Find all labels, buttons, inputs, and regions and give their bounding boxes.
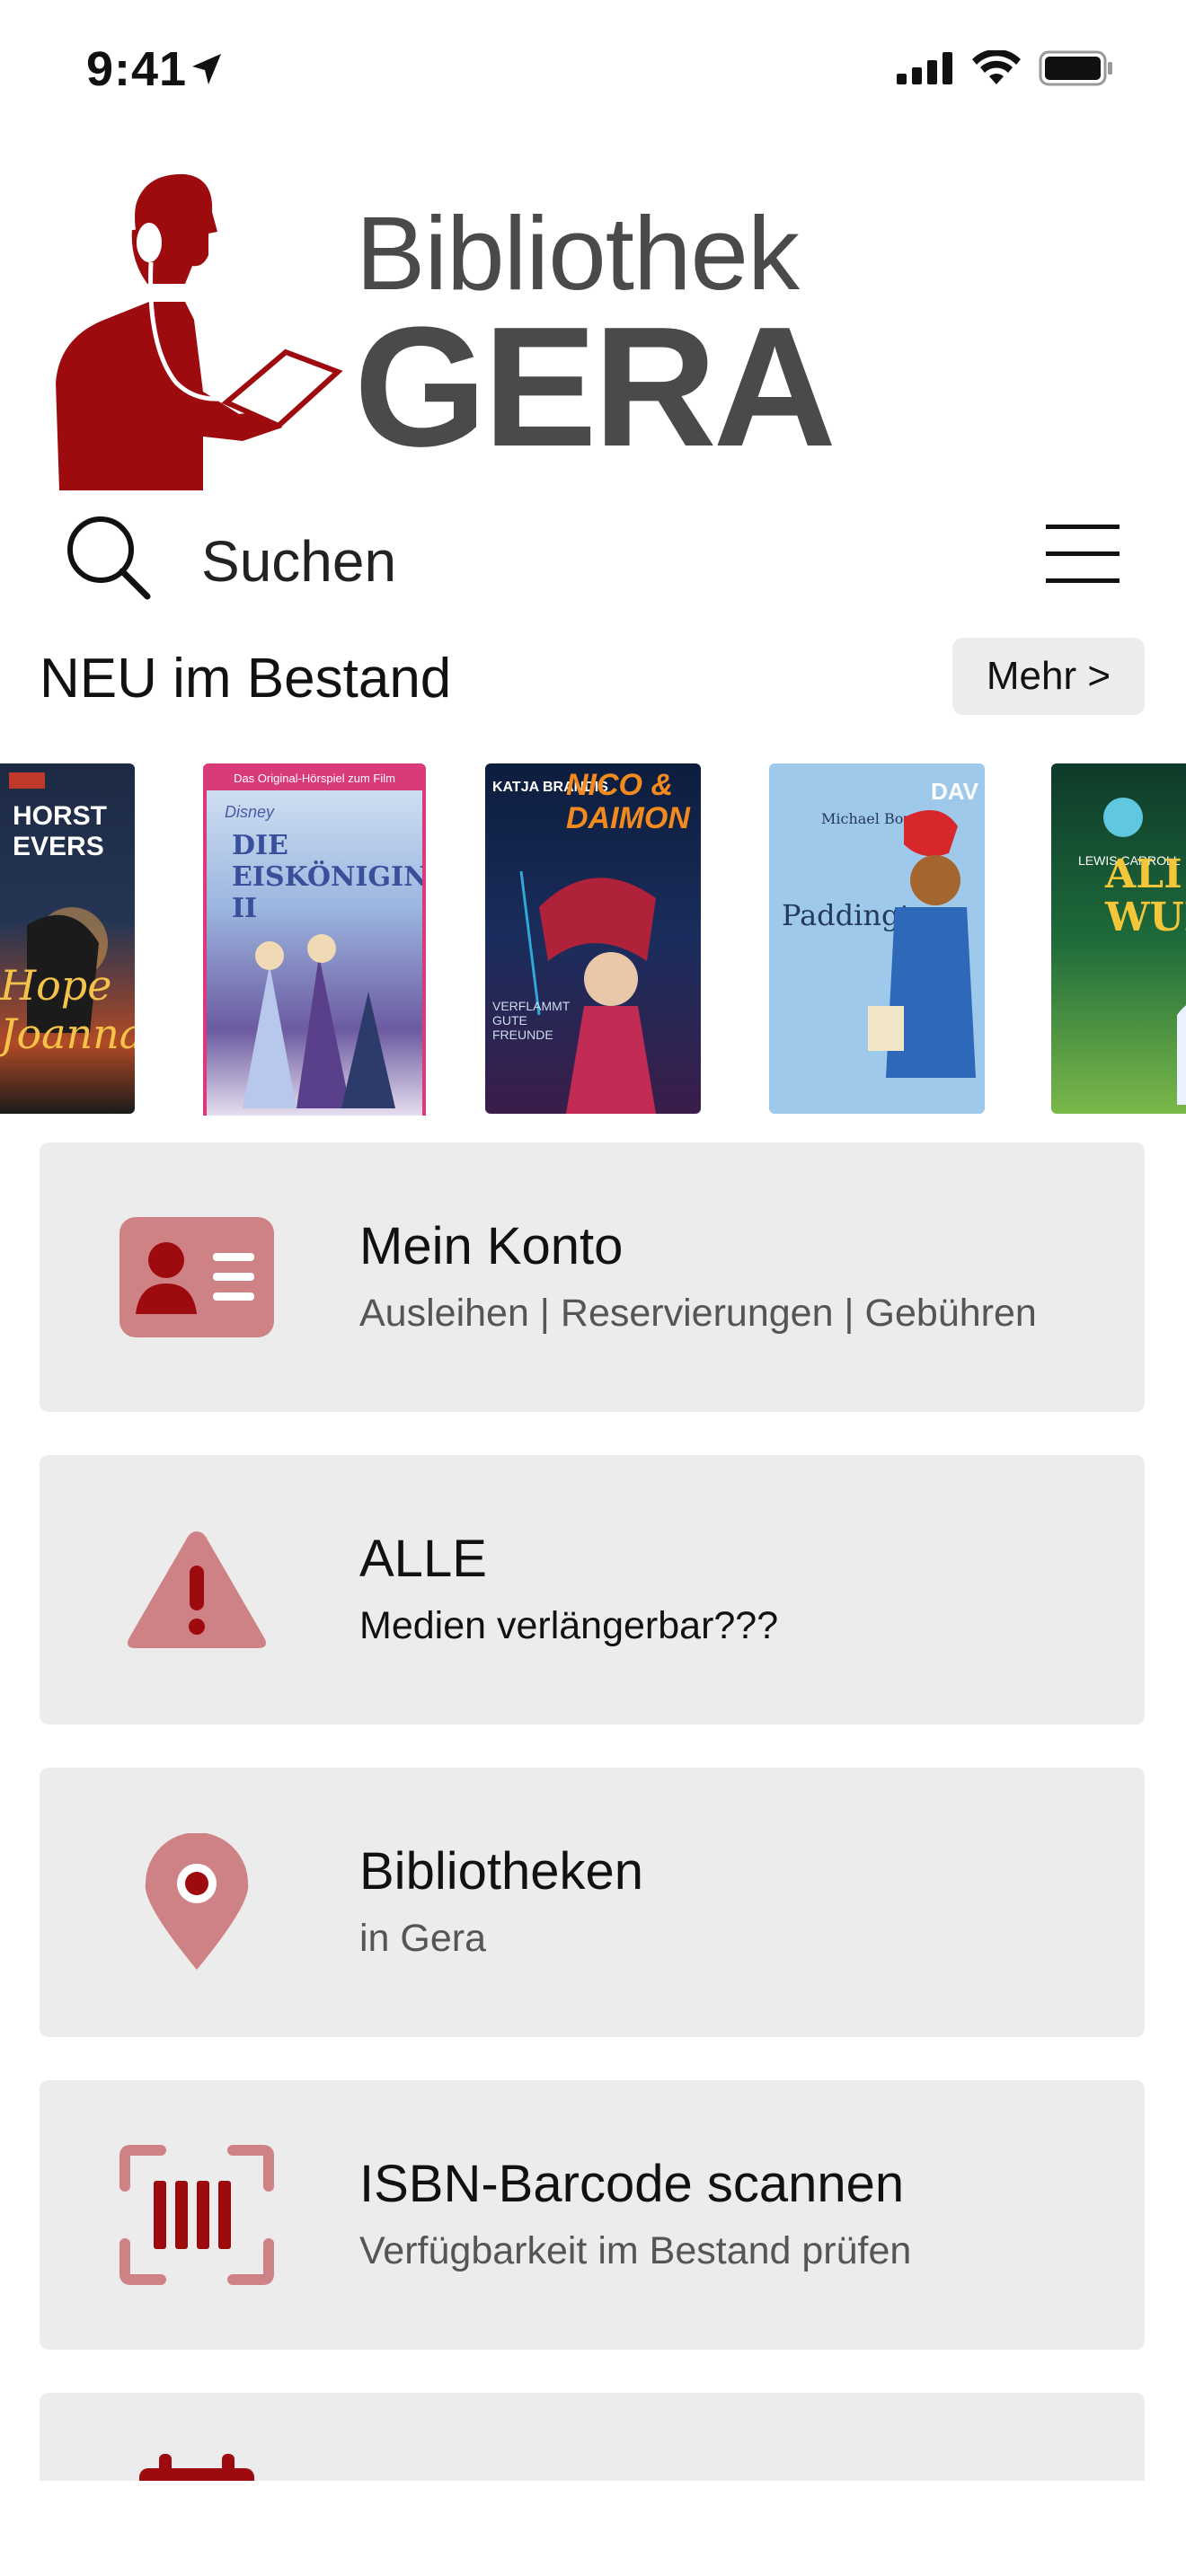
bottom-safe-area	[0, 2481, 1186, 2576]
hamburger-menu-icon[interactable]	[1046, 523, 1120, 586]
card-subtitle: Ausleihen | Reservierungen | Gebühren	[359, 1292, 1037, 1335]
battery-icon	[1039, 50, 1112, 86]
book-cover[interactable]: KATJA BRANDIS NICO & DAIMON VERFLAMMT GU…	[485, 763, 701, 1114]
book-cover[interactable]: DAV Michael Bond Paddington	[769, 763, 985, 1114]
location-arrow-icon	[192, 54, 221, 84]
card-my-account[interactable]: Mein Konto Ausleihen | Reservierungen | …	[40, 1142, 1145, 1412]
card-barcode-scan[interactable]: ISBN-Barcode scannen Verfügbarkeit im Be…	[40, 2080, 1145, 2350]
cover-title: NICO & DAIMON	[566, 768, 690, 836]
cover-author: Disney	[225, 803, 275, 821]
card-subtitle: Verfügbarkeit im Bestand prüfen	[359, 2229, 912, 2272]
warning-icon	[111, 1509, 282, 1671]
cover-title: Hope Joanna	[0, 961, 135, 1058]
card-title: Mein Konto	[359, 1217, 624, 1275]
cover-art	[519, 870, 656, 1114]
card-subtitle: Medien verlängerbar???	[359, 1604, 779, 1647]
book-cover[interactable]: HORST EVERS Hope Joanna	[0, 763, 135, 1114]
card-title: ALLE	[359, 1530, 487, 1588]
book-cover[interactable]: Das Original-Hörspiel zum Film Disney DI…	[203, 763, 426, 1116]
logo-text-bibliothek: Bibliothek	[356, 195, 800, 312]
cover-art	[243, 934, 395, 1108]
search-icon[interactable]	[63, 512, 153, 602]
card-title: Bibliotheken	[359, 1842, 643, 1901]
cover-art	[868, 810, 976, 1078]
search-label[interactable]: Suchen	[201, 528, 396, 595]
card-libraries[interactable]: Bibliotheken in Gera	[40, 1768, 1145, 2037]
search-bar[interactable]: Suchen	[0, 503, 1186, 611]
cover-author: HORST EVERS	[13, 801, 107, 861]
library-logo: Bibliothek GERA	[50, 167, 836, 490]
barcode-scan-icon	[111, 2134, 282, 2296]
cover-badge: Das Original-Hörspiel zum Film	[207, 767, 422, 790]
card-renewable-alert[interactable]: ALLE Medien verlängerbar???	[40, 1455, 1145, 1725]
cover-badge: VERFLAMMT GUTE FREUNDE	[492, 999, 571, 1042]
status-time: 9:41	[86, 42, 188, 96]
card-subtitle: in Gera	[359, 1917, 487, 1960]
cover-art	[1103, 798, 1186, 1105]
listener-figure-icon	[56, 168, 343, 490]
id-card-icon	[111, 1196, 282, 1358]
location-pin-icon	[111, 1822, 282, 1983]
new-section-title: NEU im Bestand	[40, 648, 452, 710]
book-cover[interactable]: LEWIS CARROLL ALI WUNDE	[1051, 763, 1186, 1114]
status-bar: 9:41	[0, 0, 1186, 144]
logo-text-gera: GERA	[354, 292, 836, 482]
cellular-signal-icon	[897, 52, 952, 84]
status-icons	[897, 50, 1114, 86]
card-title: ISBN-Barcode scannen	[359, 2155, 905, 2213]
new-media-carousel[interactable]: HORST EVERS Hope Joanna Das Original-Hör…	[0, 763, 1186, 1116]
wifi-icon	[972, 50, 1021, 84]
more-button[interactable]: Mehr >	[952, 638, 1145, 715]
